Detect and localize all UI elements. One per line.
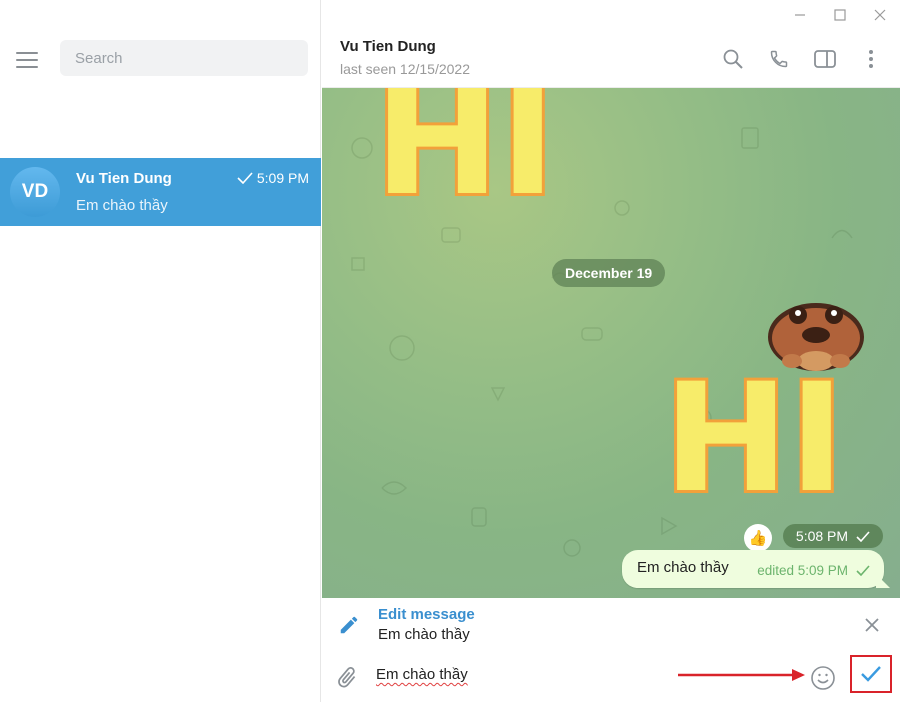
red-arrow-annotation [678, 669, 805, 681]
emoji-icon[interactable] [810, 665, 836, 691]
chat-list-item-selected[interactable]: VD Vu Tien Dung 5:09 PM Em chào thầy [0, 158, 321, 226]
sidebar-toggle-icon [814, 50, 836, 68]
chat-name: Vu Tien Dung [76, 170, 172, 187]
edit-original-text: Em chào thầy [378, 626, 470, 643]
reaction-badge[interactable]: 👍 [744, 524, 772, 552]
check-icon [856, 565, 870, 576]
chat-header: Vu Tien Dung last seen 12/15/2022 [322, 30, 900, 88]
chat-time-text: 5:09 PM [256, 170, 309, 186]
close-icon [874, 9, 886, 21]
minimize-icon [795, 14, 805, 16]
window-controls [780, 0, 900, 30]
close-window-button[interactable] [860, 0, 900, 30]
chat-preview: Em chào thầy [76, 197, 168, 214]
attach-icon[interactable] [334, 664, 360, 692]
date-separator: December 19 [552, 259, 666, 287]
header-actions [718, 44, 886, 74]
checkmark-icon [861, 666, 881, 682]
sticker-top-text: HI [374, 88, 555, 208]
edit-title: Edit message [378, 606, 475, 623]
cancel-edit-button[interactable] [860, 613, 884, 637]
more-button[interactable] [856, 44, 886, 74]
save-edit-button[interactable] [850, 655, 892, 693]
check-icon [856, 530, 870, 542]
sticker-time: 5:08 PM [783, 524, 883, 548]
pencil-icon [340, 616, 358, 634]
chat-title[interactable]: Vu Tien Dung [340, 38, 436, 55]
sticker-time-text: 5:08 PM [795, 528, 849, 544]
maximize-button[interactable] [820, 0, 860, 30]
last-seen-status: last seen 12/15/2022 [340, 61, 470, 77]
message-meta: edited 5:09 PM [757, 563, 870, 578]
minimize-button[interactable] [780, 0, 820, 30]
message-composer: Em chào thầy [322, 652, 900, 702]
more-vertical-icon [869, 50, 873, 68]
search-button[interactable] [718, 44, 748, 74]
sidebar-header [0, 30, 321, 86]
hi-sticker-top[interactable]: HI [350, 88, 580, 208]
message-input[interactable]: Em chào thầy [376, 666, 468, 683]
sidebar: VD Vu Tien Dung 5:09 PM Em chào thầy [0, 0, 321, 702]
chat-time: 5:09 PM [237, 170, 309, 186]
phone-icon [770, 50, 788, 68]
menu-icon[interactable] [16, 48, 44, 72]
call-button[interactable] [764, 44, 794, 74]
hi-sticker-bottom[interactable]: HI [644, 370, 864, 505]
message-bubble[interactable]: Em chào thầy edited 5:09 PM [622, 550, 890, 588]
avatar: VD [10, 167, 60, 217]
maximize-icon [834, 9, 846, 21]
message-text: Em chào thầy [637, 559, 729, 576]
frog-sticker [768, 303, 864, 371]
edit-message-bar: Edit message Em chào thầy [322, 598, 900, 652]
close-icon [865, 618, 879, 632]
check-icon [237, 172, 253, 184]
chat-area[interactable]: HI December 19 HI 👍 5:08 PM Em chào thầy… [322, 88, 900, 598]
sticker-bottom-text: HI [663, 370, 844, 505]
message-edited-time: edited 5:09 PM [757, 563, 848, 578]
toggle-sidebar-button[interactable] [810, 44, 840, 74]
search-input[interactable] [60, 40, 308, 76]
search-icon [723, 49, 743, 69]
